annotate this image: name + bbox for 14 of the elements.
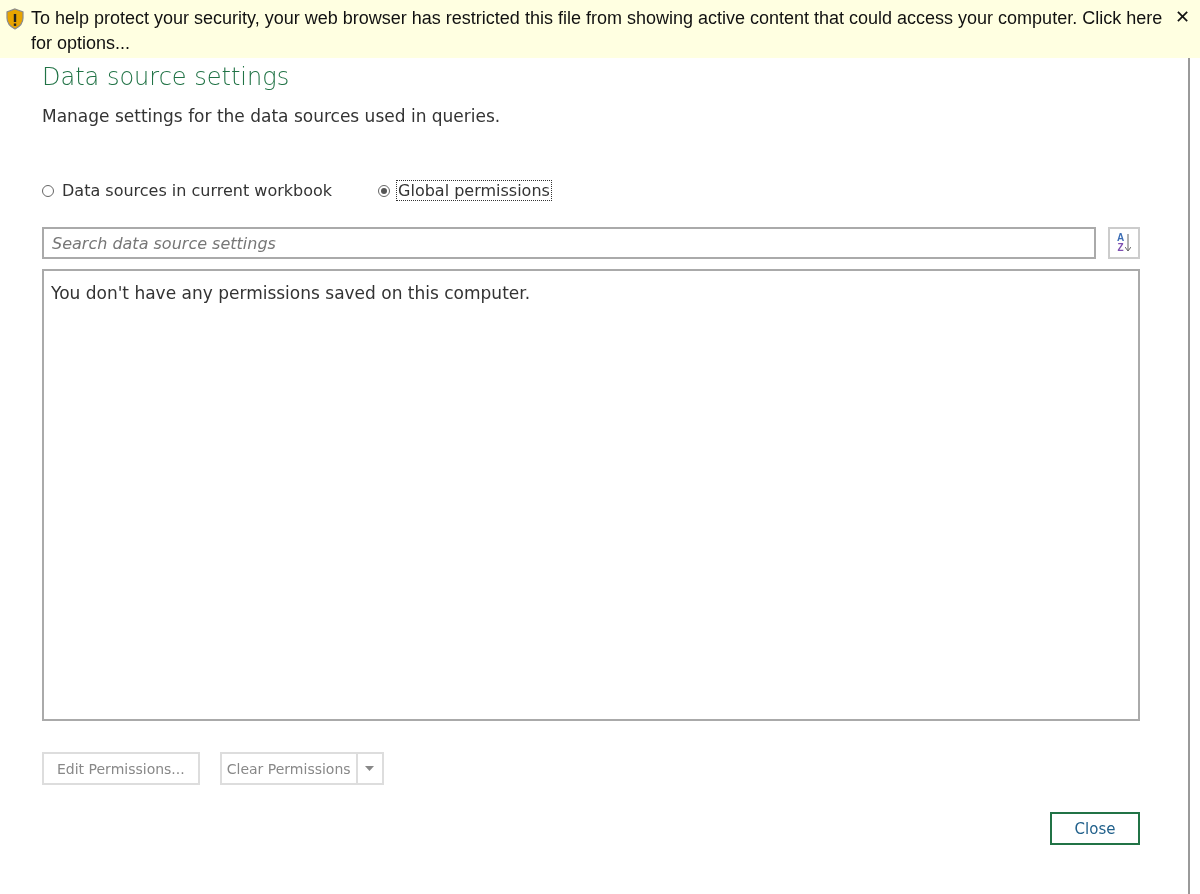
radio-button[interactable] <box>378 184 391 197</box>
caret-icon <box>365 766 375 771</box>
radio-button[interactable] <box>42 184 54 197</box>
sort-button[interactable]: A Z <box>1108 227 1140 259</box>
radio-option[interactable]: Data sources in current workbook <box>42 180 335 201</box>
close-button[interactable]: Close <box>1050 812 1140 845</box>
dialog-title: Data source settings <box>42 62 291 93</box>
down-arrow-icon <box>1125 234 1132 252</box>
warning-shield-icon <box>5 8 25 30</box>
search-field[interactable]: Search data source settings <box>42 227 1096 259</box>
empty-message: You don't have any permissions saved on this computer. <box>51 283 531 303</box>
info-bar-message: To help protect your security, your web browser has restricted this file from showing active content that could access your computer. Click here for options... <box>31 7 1164 55</box>
info-bar[interactable]: To help protect your security, your web browser has restricted this file from showing active content that could access your computer. Click here for options... ✕ <box>0 0 1200 58</box>
dialog-description: Manage settings for the data sources used in queries. <box>42 106 502 126</box>
